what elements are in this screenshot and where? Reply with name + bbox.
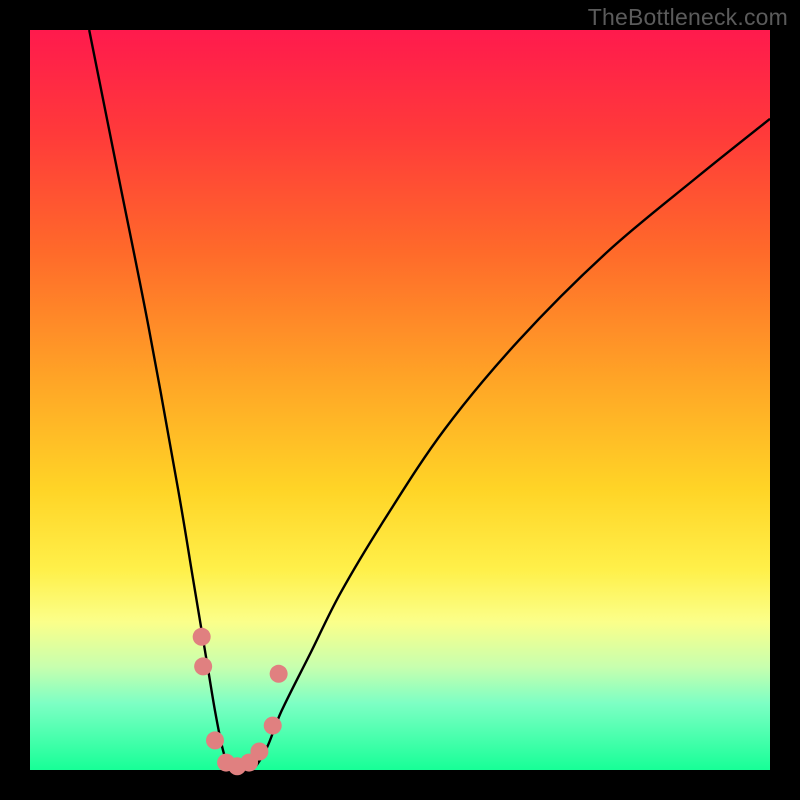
curve-marker: [206, 731, 224, 749]
curve-marker: [193, 628, 211, 646]
curve-marker: [270, 665, 288, 683]
chart-svg: [30, 30, 770, 770]
curve-marker: [250, 743, 268, 761]
bottleneck-curve: [89, 30, 770, 772]
chart-frame: TheBottleneck.com: [0, 0, 800, 800]
curve-marker: [264, 717, 282, 735]
curve-marker: [194, 657, 212, 675]
plot-area: [30, 30, 770, 770]
marker-group: [193, 628, 288, 776]
watermark-text: TheBottleneck.com: [588, 4, 788, 31]
